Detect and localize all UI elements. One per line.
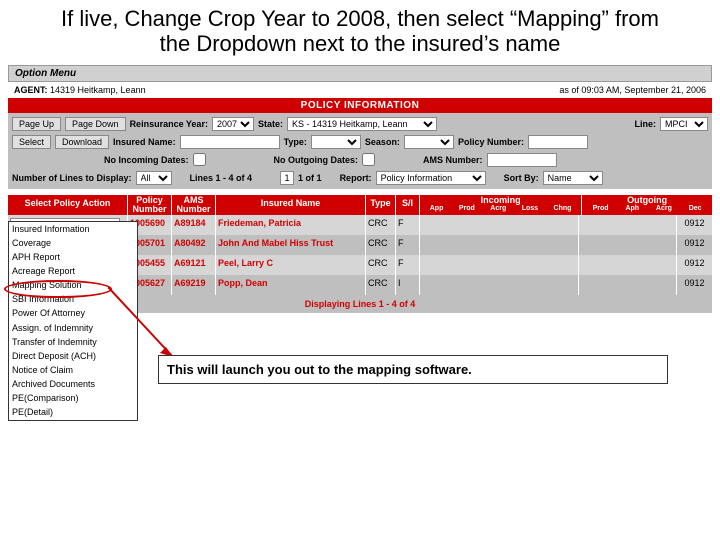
agent-value: 14319 Heitkamp, Leann xyxy=(50,85,146,95)
cell-si: F xyxy=(396,255,420,275)
page-range: 1 of 1 xyxy=(298,173,322,183)
cell-out-acrg: 0912 xyxy=(677,235,712,255)
cell-type: CRC xyxy=(366,255,396,275)
no-outgoing-label: No Outgoing Dates: xyxy=(274,155,359,165)
th-policy: PolicyNumber xyxy=(128,195,172,215)
cell-out-acrg: 0912 xyxy=(677,255,712,275)
cell-out-acrg: 0912 xyxy=(677,275,712,295)
amsno-label: AMS Number: xyxy=(423,155,483,165)
reins-year-label: Reinsurance Year: xyxy=(130,119,208,129)
select-button[interactable]: Select xyxy=(12,135,51,149)
menu-item[interactable]: Archived Documents xyxy=(9,377,137,391)
menu-item[interactable]: PE(Comparison) xyxy=(9,391,137,405)
slide-title: If live, Change Crop Year to 2008, then … xyxy=(0,0,720,61)
cell-ams: A69219 xyxy=(172,275,216,295)
cell-name: Peel, Larry C xyxy=(216,255,366,275)
numlines-label: Number of Lines to Display: xyxy=(12,173,132,183)
season-label: Season: xyxy=(365,137,400,147)
insured-name-label: Insured Name: xyxy=(113,137,176,147)
cell-type: CRC xyxy=(366,275,396,295)
cell-ams: A89184 xyxy=(172,215,216,235)
th-si: S/I xyxy=(396,195,420,215)
cell-incoming xyxy=(420,235,579,255)
cell-incoming xyxy=(420,255,579,275)
menu-item[interactable]: APH Report xyxy=(9,250,137,264)
th-name: Insured Name xyxy=(216,195,366,215)
menu-item[interactable]: Acreage Report xyxy=(9,264,137,278)
option-menu-bar[interactable]: Option Menu xyxy=(8,65,712,82)
cell-si: F xyxy=(396,215,420,235)
filter-form: Page Up Page Down Reinsurance Year: 2007… xyxy=(8,113,712,189)
th-ams: AMSNumber xyxy=(172,195,216,215)
season-select[interactable] xyxy=(404,135,454,149)
cell-out-blank xyxy=(579,235,677,255)
pagedown-button[interactable]: Page Down xyxy=(65,117,126,131)
no-incoming-label: No Incoming Dates: xyxy=(104,155,189,165)
no-outgoing-checkbox[interactable] xyxy=(362,153,375,166)
th-incoming: Incoming AppProdAcrgLossChng xyxy=(420,195,582,215)
no-incoming-checkbox[interactable] xyxy=(193,153,206,166)
state-select[interactable]: KS - 14319 Heitkamp, Leann xyxy=(287,117,437,131)
report-label: Report: xyxy=(340,173,372,183)
pageup-button[interactable]: Page Up xyxy=(12,117,61,131)
sort-label: Sort By: xyxy=(504,173,539,183)
cell-si: I xyxy=(396,275,420,295)
state-label: State: xyxy=(258,119,283,129)
insured-name-input[interactable] xyxy=(180,135,280,149)
cell-si: F xyxy=(396,235,420,255)
sort-select[interactable]: Name xyxy=(543,171,603,185)
cell-incoming xyxy=(420,215,579,235)
menu-item[interactable]: Insured Information xyxy=(9,222,137,236)
menu-item[interactable]: Coverage xyxy=(9,236,137,250)
cell-out-blank xyxy=(579,215,677,235)
th-type: Type xyxy=(366,195,396,215)
cell-incoming xyxy=(420,275,579,295)
report-select[interactable]: Policy Information xyxy=(376,171,486,185)
policyno-input[interactable] xyxy=(528,135,588,149)
callout-text: This will launch you out to the mapping … xyxy=(158,355,668,384)
cell-out-blank xyxy=(579,255,677,275)
page-input[interactable] xyxy=(280,171,294,185)
agent-label: AGENT: xyxy=(14,85,48,95)
policy-table: Select Policy Action PolicyNumber AMSNum… xyxy=(8,195,712,313)
menu-item[interactable]: PE(Detail) xyxy=(9,405,137,419)
cell-name: John And Mabel Hiss Trust xyxy=(216,235,366,255)
cell-out-blank xyxy=(579,275,677,295)
cell-type: CRC xyxy=(366,235,396,255)
policyno-label: Policy Number: xyxy=(458,137,524,147)
th-outgoing: Outgoing ProdAphAcrgDec xyxy=(582,195,712,215)
line-label: Line: xyxy=(635,119,657,129)
line-select[interactable]: MPCI xyxy=(660,117,708,131)
table-header: Select Policy Action PolicyNumber AMSNum… xyxy=(8,195,712,215)
cell-ams: A80492 xyxy=(172,235,216,255)
cell-name: Popp, Dean xyxy=(216,275,366,295)
reins-year-select[interactable]: 2007 xyxy=(212,117,254,131)
cell-type: CRC xyxy=(366,215,396,235)
amsno-input[interactable] xyxy=(487,153,557,167)
th-action: Select Policy Action xyxy=(8,195,128,215)
type-label: Type: xyxy=(284,137,307,147)
numlines-select[interactable]: All xyxy=(136,171,172,185)
lines-range: Lines 1 - 4 of 4 xyxy=(190,173,253,183)
as-of-timestamp: as of 09:03 AM, September 21, 2006 xyxy=(559,85,706,95)
cell-out-acrg: 0912 xyxy=(677,215,712,235)
download-button[interactable]: Download xyxy=(55,135,109,149)
agent-bar: AGENT: 14319 Heitkamp, Leann as of 09:03… xyxy=(8,82,712,98)
cell-name: Friedeman, Patricia xyxy=(216,215,366,235)
type-select[interactable] xyxy=(311,135,361,149)
policy-info-header: POLICY INFORMATION xyxy=(8,98,712,113)
cell-ams: A69121 xyxy=(172,255,216,275)
